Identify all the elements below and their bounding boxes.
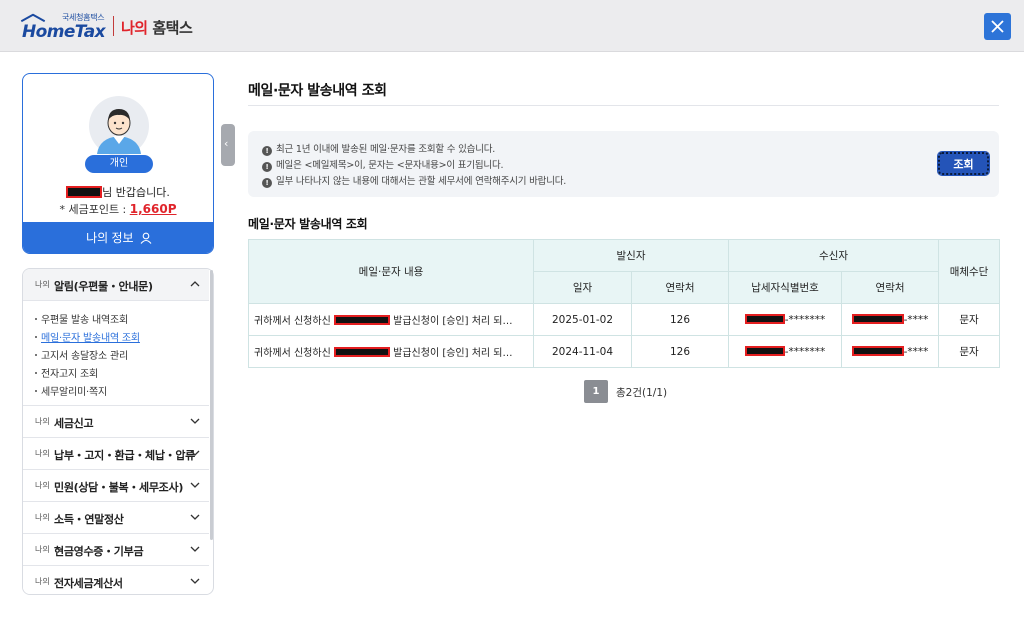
menu-prefix: 나의 <box>35 280 50 289</box>
chevron-down-icon <box>190 450 200 456</box>
menu-section-civil[interactable]: 나의 민원(상담・불복・세무조사) <box>23 470 209 502</box>
col-header-media: 매체수단 <box>938 239 1001 304</box>
cell-sender-contact: 126 <box>630 303 730 336</box>
submenu-item-message-history[interactable]: 메일·문자 발송내역 조회 <box>35 329 140 344</box>
col-header-receiver: 수신자 <box>728 239 940 272</box>
col-header-content: 메일·문자 내용 <box>248 239 534 304</box>
menu-section-income[interactable]: 나의 소득・연말정산 <box>23 502 209 534</box>
header-divider <box>113 16 114 36</box>
col-header-sender-contact: 연락처 <box>630 271 730 304</box>
col-header-receiver-contact: 연락처 <box>841 271 940 304</box>
user-type-badge: 개인 <box>85 155 153 173</box>
notice-line: ! 메일은 <메일제목>이, 문자는 <문자내용>이 표기됩니다. <box>262 157 504 172</box>
menu-section-e-invoice[interactable]: 나의 전자세금계산서 <box>23 566 209 594</box>
greeting-text: 님 반갑습니다. <box>23 184 213 200</box>
table-row[interactable]: 귀하께서 신청하신 발급신청이 [승인] 처리 되… 2025-01-02 12… <box>248 303 1001 336</box>
redacted-block <box>333 315 390 325</box>
menu-section-tax-filing[interactable]: 나의 세금신고 <box>23 406 209 438</box>
menu-section-cash-receipt[interactable]: 나의 현금영수증・기부금 <box>23 534 209 566</box>
header-title-hometax: 홈택스 <box>152 19 193 37</box>
redacted-block <box>744 313 785 324</box>
redacted-username <box>66 186 103 198</box>
cell-taxpayer-id: -******* <box>728 335 843 368</box>
submenu-item-mail-history[interactable]: 우편물 발송 내역조회 <box>35 311 128 326</box>
query-button[interactable]: 조회 <box>937 151 990 176</box>
history-table: 메일·문자 내용 발신자 수신자 매체수단 일자 연락처 납세자식별번호 연락처… <box>248 239 1001 368</box>
cell-receiver-contact: -**** <box>841 335 940 368</box>
col-header-sender: 발신자 <box>532 239 730 272</box>
chevron-left-icon: ‹ <box>224 137 229 150</box>
submenu-item-tax-alarm[interactable]: 세무알리미·쪽지 <box>35 383 107 398</box>
greeting-suffix: 님 반갑습니다. <box>102 186 170 199</box>
tax-points: * 세금포인트 : 1,660P <box>23 201 213 217</box>
notice-line: ! 일부 나타나지 않는 내용에 대해서는 관할 세무서에 연락해주시기 바랍니다… <box>262 173 566 188</box>
chevron-down-icon <box>190 546 200 552</box>
redacted-block <box>744 345 785 356</box>
table-title: 메일·문자 발송내역 조회 <box>248 217 368 231</box>
user-avatar-icon <box>89 96 149 156</box>
cell-media: 문자 <box>938 335 1001 368</box>
submenu-list: 우편물 발송 내역조회 메일·문자 발송내역 조회 고지서 송달장소 관리 전자… <box>23 302 209 406</box>
sidebar-collapse-toggle[interactable]: ‹ <box>221 124 235 166</box>
logo-text: HomeTax <box>22 22 106 42</box>
notice-box: ! 최근 1년 이내에 발송된 메일·문자를 조회할 수 있습니다. ! 메일은 <… <box>248 131 999 197</box>
chevron-down-icon <box>190 418 200 424</box>
redacted-block <box>851 345 904 356</box>
hometax-logo[interactable]: 국세청홈택스 HomeTax <box>20 10 115 42</box>
chevron-down-icon <box>190 578 200 584</box>
chevron-down-icon <box>190 514 200 520</box>
top-header: 국세청홈택스 HomeTax 나의 홈택스 <box>0 0 1024 52</box>
close-button[interactable] <box>984 13 1011 40</box>
chevron-up-icon <box>190 281 200 287</box>
page-number-current[interactable]: 1 <box>584 380 608 403</box>
cell-sender-contact: 126 <box>630 335 730 368</box>
info-icon: ! <box>262 162 272 172</box>
col-header-date: 일자 <box>533 271 632 304</box>
pagination: 1 총2건(1/1) <box>584 380 784 404</box>
cell-date: 2025-01-02 <box>533 303 632 336</box>
user-icon <box>140 232 152 244</box>
menu-section-label: 알림(우편물・안내문) <box>54 280 153 293</box>
redacted-block <box>851 313 904 324</box>
chevron-down-icon <box>190 482 200 488</box>
cell-content[interactable]: 귀하께서 신청하신 발급신청이 [승인] 처리 되… <box>248 335 534 368</box>
cell-date: 2024-11-04 <box>533 335 632 368</box>
cell-taxpayer-id: -******* <box>728 303 843 336</box>
my-info-button[interactable]: 나의 정보 <box>23 222 213 253</box>
table-row[interactable]: 귀하께서 신청하신 발급신청이 [승인] 처리 되… 2024-11-04 12… <box>248 335 1001 368</box>
tax-points-value[interactable]: 1,660P <box>130 202 177 216</box>
sidebar-scrollbar[interactable] <box>210 270 213 540</box>
menu-section-notifications[interactable]: 나의 알림(우편물・안내문) <box>23 269 209 301</box>
col-header-taxpayer-id: 납세자식별번호 <box>728 271 843 304</box>
page-title: 메일·문자 발송내역 조회 <box>248 83 387 99</box>
submenu-item-e-notice[interactable]: 전자고지 조회 <box>35 365 98 380</box>
cell-media: 문자 <box>938 303 1001 336</box>
header-title: 나의 홈택스 <box>121 17 193 38</box>
menu-section-payment[interactable]: 나의 납부・고지・환급・체납・압류 <box>23 438 209 470</box>
cell-content[interactable]: 귀하께서 신청하신 발급신청이 [승인] 처리 되… <box>248 303 534 336</box>
cell-receiver-contact: -**** <box>841 303 940 336</box>
sidebar-menu: 나의 알림(우편물・안내문) 우편물 발송 내역조회 메일·문자 발송내역 조회… <box>22 268 214 595</box>
submenu-item-delivery-address[interactable]: 고지서 송달장소 관리 <box>35 347 128 362</box>
profile-card: 개인 님 반갑습니다. * 세금포인트 : 1,660P 나의 정보 <box>22 73 214 254</box>
tax-points-label: * 세금포인트 : <box>59 203 130 216</box>
header-title-my: 나의 <box>121 19 148 37</box>
redacted-block <box>333 347 390 357</box>
info-icon: ! <box>262 178 272 188</box>
info-icon: ! <box>262 146 272 156</box>
title-divider <box>248 105 999 106</box>
page-count-info: 총2건(1/1) <box>616 387 668 399</box>
notice-line: ! 최근 1년 이내에 발송된 메일·문자를 조회할 수 있습니다. <box>262 141 495 156</box>
close-icon <box>991 20 1004 33</box>
my-info-label: 나의 정보 <box>86 231 134 245</box>
